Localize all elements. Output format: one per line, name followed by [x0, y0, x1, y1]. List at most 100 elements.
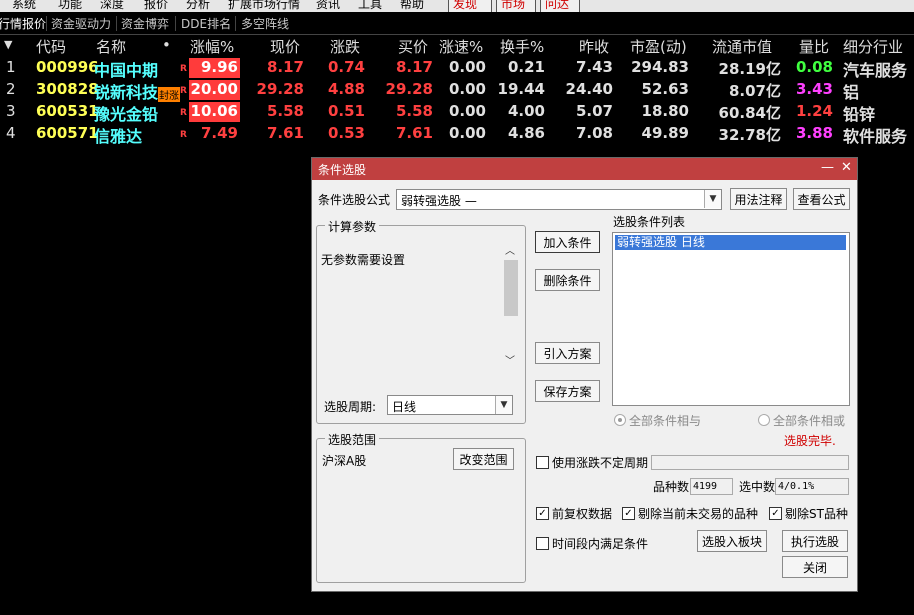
time-period-checkbox[interactable] — [536, 537, 549, 550]
industry: 铝 — [843, 83, 860, 102]
menu-help[interactable]: 帮助 — [400, 0, 424, 12]
use-period-checkbox[interactable] — [536, 456, 549, 469]
r-mark: R — [180, 86, 187, 96]
scroll-thumb[interactable] — [504, 260, 518, 316]
stock-code: 600531 — [36, 102, 99, 120]
col-turnover[interactable]: 换手% — [500, 36, 544, 56]
time-period-label: 时间段内满足条件 — [552, 537, 649, 551]
col-price[interactable]: 现价 — [270, 36, 300, 56]
stock-name: 锐新科技 — [94, 83, 159, 102]
tab-bar: 行情报价 资金驱动力 资金博弈 DDE排名 多空阵线 — [0, 13, 914, 35]
period-label: 选股周期: — [324, 400, 377, 414]
execute-selection-button[interactable]: 执行选股 — [782, 530, 848, 552]
selected-label: 选中数 — [739, 480, 776, 494]
float-mv: 32.78亿 — [718, 126, 781, 144]
vol-ratio: 0.08 — [795, 58, 833, 76]
r-mark: R — [180, 64, 187, 74]
import-scheme-button[interactable]: 引入方案 — [535, 342, 600, 364]
vol-ratio: 3.43 — [795, 80, 833, 98]
all-or-radio[interactable] — [758, 414, 770, 426]
range-title: 选股范围 — [325, 431, 380, 448]
delete-condition-button[interactable]: 删除条件 — [535, 269, 600, 291]
dialog-titlebar[interactable]: 条件选股 — ✕ — [312, 158, 857, 180]
exclude-st-label: 剔除ST品种 — [785, 507, 848, 521]
count-value: 4199 — [690, 478, 733, 495]
selected-value: 4/0.1% — [775, 478, 849, 495]
calc-params-group: 计算参数 无参数需要设置 ︿ ﹀ 选股周期: 日线 ▼ — [316, 218, 526, 424]
col-code[interactable]: 代码 — [36, 36, 66, 56]
exclude-untraded-label: 剔除当前未交易的品种 — [638, 507, 759, 521]
pe: 294.83 — [631, 58, 689, 76]
all-and-label: 全部条件相与 — [629, 414, 702, 428]
exclude-untraded-checkbox[interactable]: ✓ — [622, 507, 635, 520]
price: 7.61 — [266, 124, 304, 142]
col-bid[interactable]: 买价 — [398, 36, 428, 56]
sort-arrow-icon[interactable]: ▼ — [4, 38, 12, 58]
discover-menu[interactable]: 发现 — [448, 0, 492, 12]
chevron-down-icon[interactable]: ▼ — [495, 396, 512, 414]
pe: 18.80 — [641, 102, 689, 120]
condition-list-item[interactable]: 弱转强选股 日线 — [615, 235, 846, 250]
col-pe[interactable]: 市盈(动) — [630, 36, 687, 56]
add-to-block-button[interactable]: 选股入板块 — [697, 530, 767, 552]
industry: 汽车服务 — [843, 61, 908, 80]
col-vol-ratio[interactable]: 量比 — [799, 36, 829, 56]
tab-capital-game[interactable]: 资金博弈 — [121, 15, 169, 32]
usage-notes-button[interactable]: 用法注释 — [730, 188, 787, 210]
period-progress-field — [651, 455, 849, 470]
col-industry[interactable]: 细分行业 — [843, 36, 903, 56]
minimize-button[interactable]: — — [821, 160, 834, 175]
params-scrollbar[interactable]: ︿ ﹀ — [503, 240, 519, 370]
tab-dde-rank[interactable]: DDE排名 — [181, 15, 231, 32]
change-pct: 10.06 — [189, 102, 240, 122]
scroll-down-icon[interactable]: ﹀ — [505, 352, 515, 367]
condition-list[interactable]: 弱转强选股 日线 — [612, 232, 850, 406]
menu-analysis[interactable]: 分析 — [186, 0, 210, 12]
menu-system[interactable]: 系统 — [12, 0, 36, 12]
row-index: 4 — [6, 124, 16, 142]
menu-news[interactable]: 资讯 — [316, 0, 340, 12]
menu-depth[interactable]: 深度 — [100, 0, 124, 12]
menu-quote[interactable]: 报价 — [144, 0, 168, 12]
formula-select[interactable]: 弱转强选股 — ▼ — [396, 189, 722, 210]
float-mv: 28.19亿 — [718, 60, 781, 78]
use-period-label: 使用涨跌不定周期 — [552, 456, 649, 470]
col-speed[interactable]: 涨速% — [439, 36, 483, 56]
change-range-button[interactable]: 改变范围 — [453, 448, 514, 470]
view-formula-button[interactable]: 查看公式 — [793, 188, 850, 210]
condition-selection-dialog: 条件选股 — ✕ 条件选股公式 弱转强选股 — ▼ 用法注释 查看公式 计算参数… — [311, 157, 858, 592]
close-icon[interactable]: ✕ — [841, 160, 852, 175]
ask-menu[interactable]: 问达 — [540, 0, 580, 12]
prev-close: 5.07 — [575, 102, 613, 120]
stock-name: 豫光金铅 — [94, 105, 159, 124]
col-prev-close[interactable]: 昨收 — [579, 36, 609, 56]
menu-function[interactable]: 功能 — [58, 0, 82, 12]
add-condition-button[interactable]: 加入条件 — [535, 231, 600, 253]
industry: 铅锌 — [843, 105, 876, 124]
close-button[interactable]: 关闭 — [782, 556, 848, 578]
tab-capital-drive[interactable]: 资金驱动力 — [51, 15, 111, 32]
menu-extended-market[interactable]: 扩展市场行情 — [228, 0, 300, 12]
prev-adj-checkbox[interactable]: ✓ — [536, 507, 549, 520]
speed: 0.00 — [448, 124, 486, 142]
turnover: 4.00 — [507, 102, 545, 120]
col-float-mv[interactable]: 流通市值 — [712, 36, 772, 56]
save-scheme-button[interactable]: 保存方案 — [535, 380, 600, 402]
market-menu[interactable]: 市场 — [496, 0, 536, 12]
all-and-radio[interactable] — [614, 414, 626, 426]
price: 5.58 — [266, 102, 304, 120]
col-name[interactable]: 名称 — [96, 36, 126, 56]
stock-code: 300828 — [36, 80, 99, 98]
tab-quotes[interactable]: 行情报价 — [0, 15, 46, 32]
r-mark: R — [180, 130, 187, 140]
scroll-up-icon[interactable]: ︿ — [505, 242, 515, 257]
exclude-st-checkbox[interactable]: ✓ — [769, 507, 782, 520]
col-change[interactable]: 涨跌 — [330, 36, 360, 56]
range-group: 选股范围 沪深A股 改变范围 — [316, 431, 526, 583]
period-select[interactable]: 日线 ▼ — [387, 395, 513, 415]
chevron-down-icon[interactable]: ▼ — [704, 190, 721, 208]
prev-close: 7.43 — [575, 58, 613, 76]
menu-tools[interactable]: 工具 — [358, 0, 382, 12]
col-change-pct[interactable]: 涨幅% — [190, 36, 234, 56]
tab-bull-bear[interactable]: 多空阵线 — [241, 15, 289, 32]
